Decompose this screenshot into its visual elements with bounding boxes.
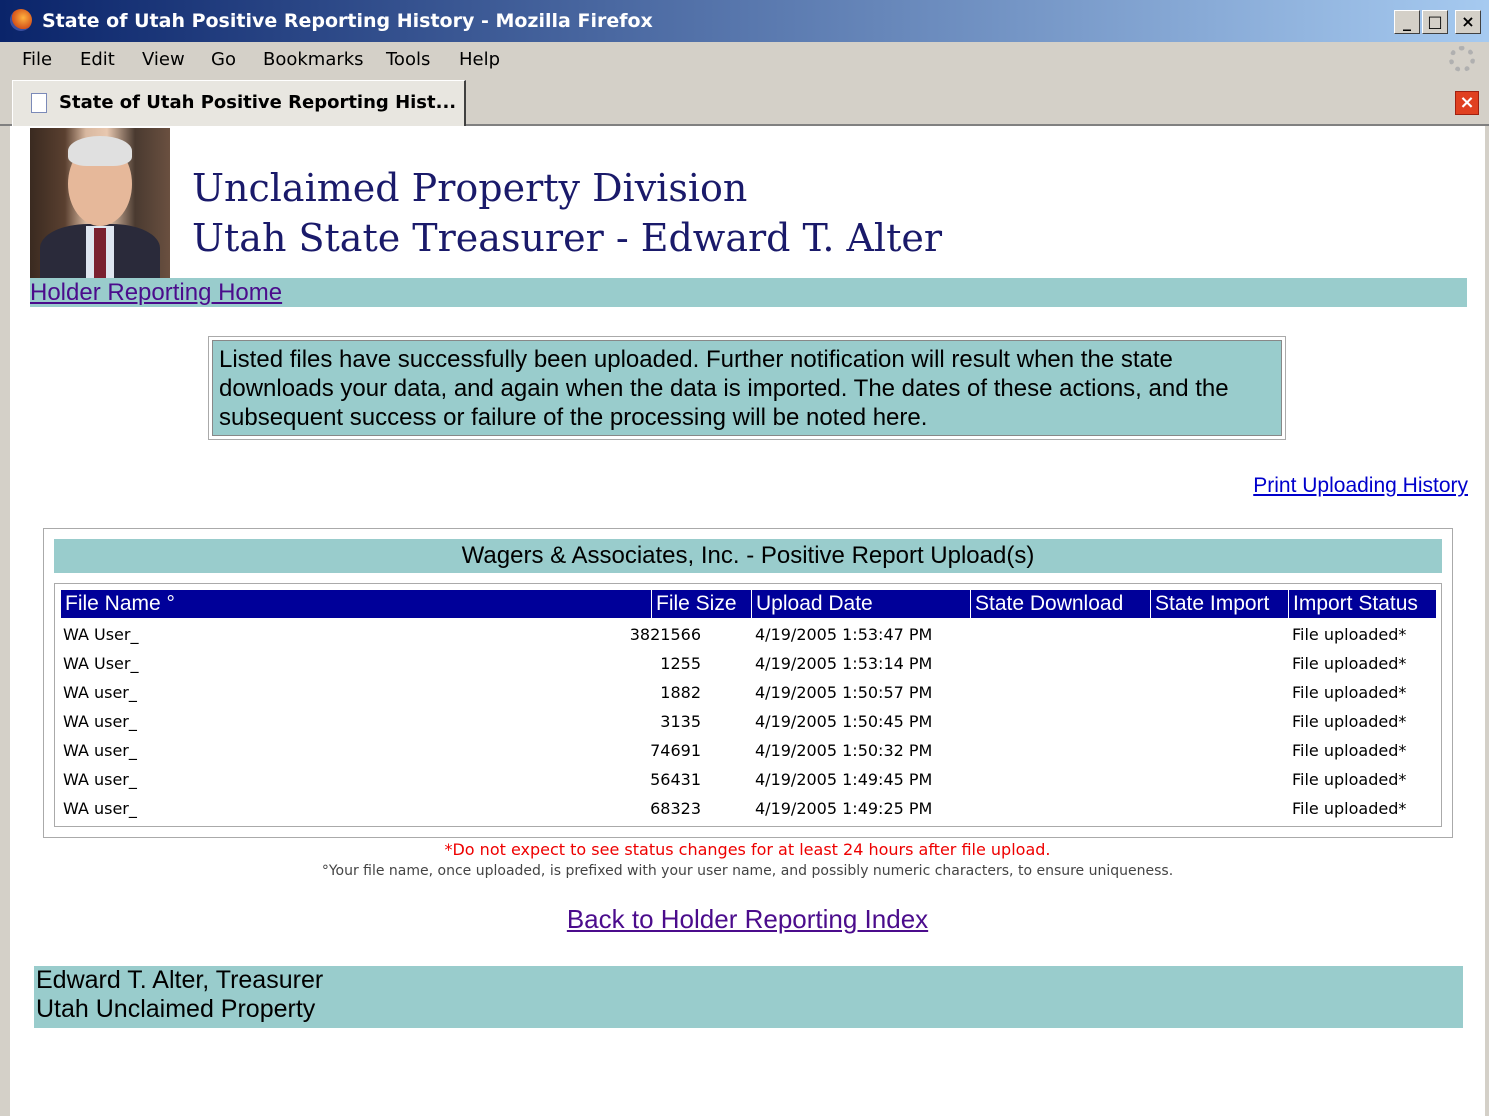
menu-bar: File Edit View Go Bookmarks Tools Help (0, 42, 1489, 78)
file-name: WA user_ (63, 741, 137, 760)
upload-date: 4/19/2005 1:50:45 PM (755, 712, 933, 731)
tab-label: State of Utah Positive Reporting Hist... (59, 92, 457, 113)
col-header-file-size[interactable]: File Size (652, 590, 751, 618)
menu-bookmarks[interactable]: Bookmarks (263, 49, 364, 70)
table-row: WA User_ 3821566 4/19/2005 1:53:47 PM Fi… (55, 620, 1441, 649)
import-status: File uploaded* (1292, 741, 1407, 760)
file-size: 56431 (650, 770, 701, 789)
file-size: 68323 (650, 799, 701, 818)
filename-prefix-note: °Your file name, once uploaded, is prefi… (321, 863, 1174, 879)
panel-title: Wagers & Associates, Inc. - Positive Rep… (54, 539, 1442, 573)
file-size: 1882 (660, 683, 701, 702)
table-row: WA user_ 1882 4/19/2005 1:50:57 PM File … (55, 678, 1441, 707)
nav-bar: Holder Reporting Home (30, 278, 1467, 307)
back-to-index-link[interactable]: Back to Holder Reporting Index (567, 904, 928, 934)
division-heading: Unclaimed Property Division (192, 166, 748, 210)
col-header-state-download[interactable]: State Download (971, 590, 1150, 618)
import-status: File uploaded* (1292, 625, 1407, 644)
menu-go[interactable]: Go (211, 49, 236, 70)
treasurer-portrait (30, 128, 170, 278)
import-status: File uploaded* (1292, 654, 1407, 673)
col-header-state-import[interactable]: State Import (1151, 590, 1288, 618)
menu-help[interactable]: Help (459, 49, 500, 70)
throbber-icon (1449, 46, 1475, 72)
upload-history-panel: Wagers & Associates, Inc. - Positive Rep… (43, 528, 1453, 838)
file-name: WA user_ (63, 712, 137, 731)
import-status: File uploaded* (1292, 683, 1407, 702)
file-size: 3821566 (629, 625, 701, 644)
footer-treasurer: Edward T. Alter, Treasurer (36, 966, 324, 994)
upload-date: 4/19/2005 1:49:25 PM (755, 799, 933, 818)
window-titlebar: State of Utah Positive Reporting History… (0, 0, 1489, 42)
back-link-container: Back to Holder Reporting Index (10, 904, 1485, 935)
upload-date: 4/19/2005 1:53:14 PM (755, 654, 933, 673)
table-row: WA user_ 56431 4/19/2005 1:49:45 PM File… (55, 765, 1441, 794)
menu-tools[interactable]: Tools (386, 49, 430, 70)
maximize-button[interactable]: □ (1422, 10, 1448, 34)
menu-file[interactable]: File (22, 49, 52, 70)
minimize-button[interactable]: _ (1394, 10, 1420, 34)
print-uploading-history-link[interactable]: Print Uploading History (1253, 474, 1468, 498)
footer-agency: Utah Unclaimed Property (36, 995, 316, 1023)
document-icon (31, 93, 47, 113)
table-row: WA user_ 68323 4/19/2005 1:49:25 PM File… (55, 794, 1441, 823)
tab-reporting-history[interactable]: State of Utah Positive Reporting Hist... (12, 80, 466, 126)
upload-date: 4/19/2005 1:50:32 PM (755, 741, 933, 760)
file-size: 3135 (660, 712, 701, 731)
import-status: File uploaded* (1292, 770, 1407, 789)
file-name: WA User_ (63, 625, 139, 644)
file-name: WA User_ (63, 654, 139, 673)
file-size: 74691 (650, 741, 701, 760)
upload-table: File Name ° File Size Upload Date State … (54, 583, 1442, 827)
file-name: WA user_ (63, 799, 137, 818)
col-header-upload-date[interactable]: Upload Date (752, 590, 970, 618)
upload-date: 4/19/2005 1:49:45 PM (755, 770, 933, 789)
table-row: WA User_ 1255 4/19/2005 1:53:14 PM File … (55, 649, 1441, 678)
file-size: 1255 (660, 654, 701, 673)
menu-edit[interactable]: Edit (80, 49, 115, 70)
status-delay-note: *Do not expect to see status changes for… (444, 840, 1051, 859)
upload-date: 4/19/2005 1:53:47 PM (755, 625, 933, 644)
firefox-icon (10, 9, 32, 31)
page-footer: Edward T. Alter, Treasurer Utah Unclaime… (34, 966, 1463, 1028)
page-content: Unclaimed Property Division Utah State T… (10, 126, 1485, 1116)
window-title: State of Utah Positive Reporting History… (42, 10, 653, 32)
col-header-file-name[interactable]: File Name ° (61, 590, 651, 618)
col-header-import-status[interactable]: Import Status (1289, 590, 1436, 618)
table-row: WA user_ 3135 4/19/2005 1:50:45 PM File … (55, 707, 1441, 736)
holder-reporting-home-link[interactable]: Holder Reporting Home (30, 279, 282, 307)
upload-notice: Listed files have successfully been uplo… (208, 336, 1286, 440)
import-status: File uploaded* (1292, 712, 1407, 731)
close-window-button[interactable]: × (1455, 10, 1481, 34)
table-row: WA user_ 74691 4/19/2005 1:50:32 PM File… (55, 736, 1441, 765)
upload-notice-text: Listed files have successfully been uplo… (212, 340, 1282, 436)
upload-date: 4/19/2005 1:50:57 PM (755, 683, 933, 702)
import-status: File uploaded* (1292, 799, 1407, 818)
close-tab-icon[interactable]: × (1455, 91, 1479, 115)
tab-bar: State of Utah Positive Reporting Hist... (0, 78, 1489, 126)
file-name: WA user_ (63, 683, 137, 702)
menu-view[interactable]: View (142, 49, 185, 70)
treasurer-heading: Utah State Treasurer - Edward T. Alter (192, 216, 942, 260)
file-name: WA user_ (63, 770, 137, 789)
